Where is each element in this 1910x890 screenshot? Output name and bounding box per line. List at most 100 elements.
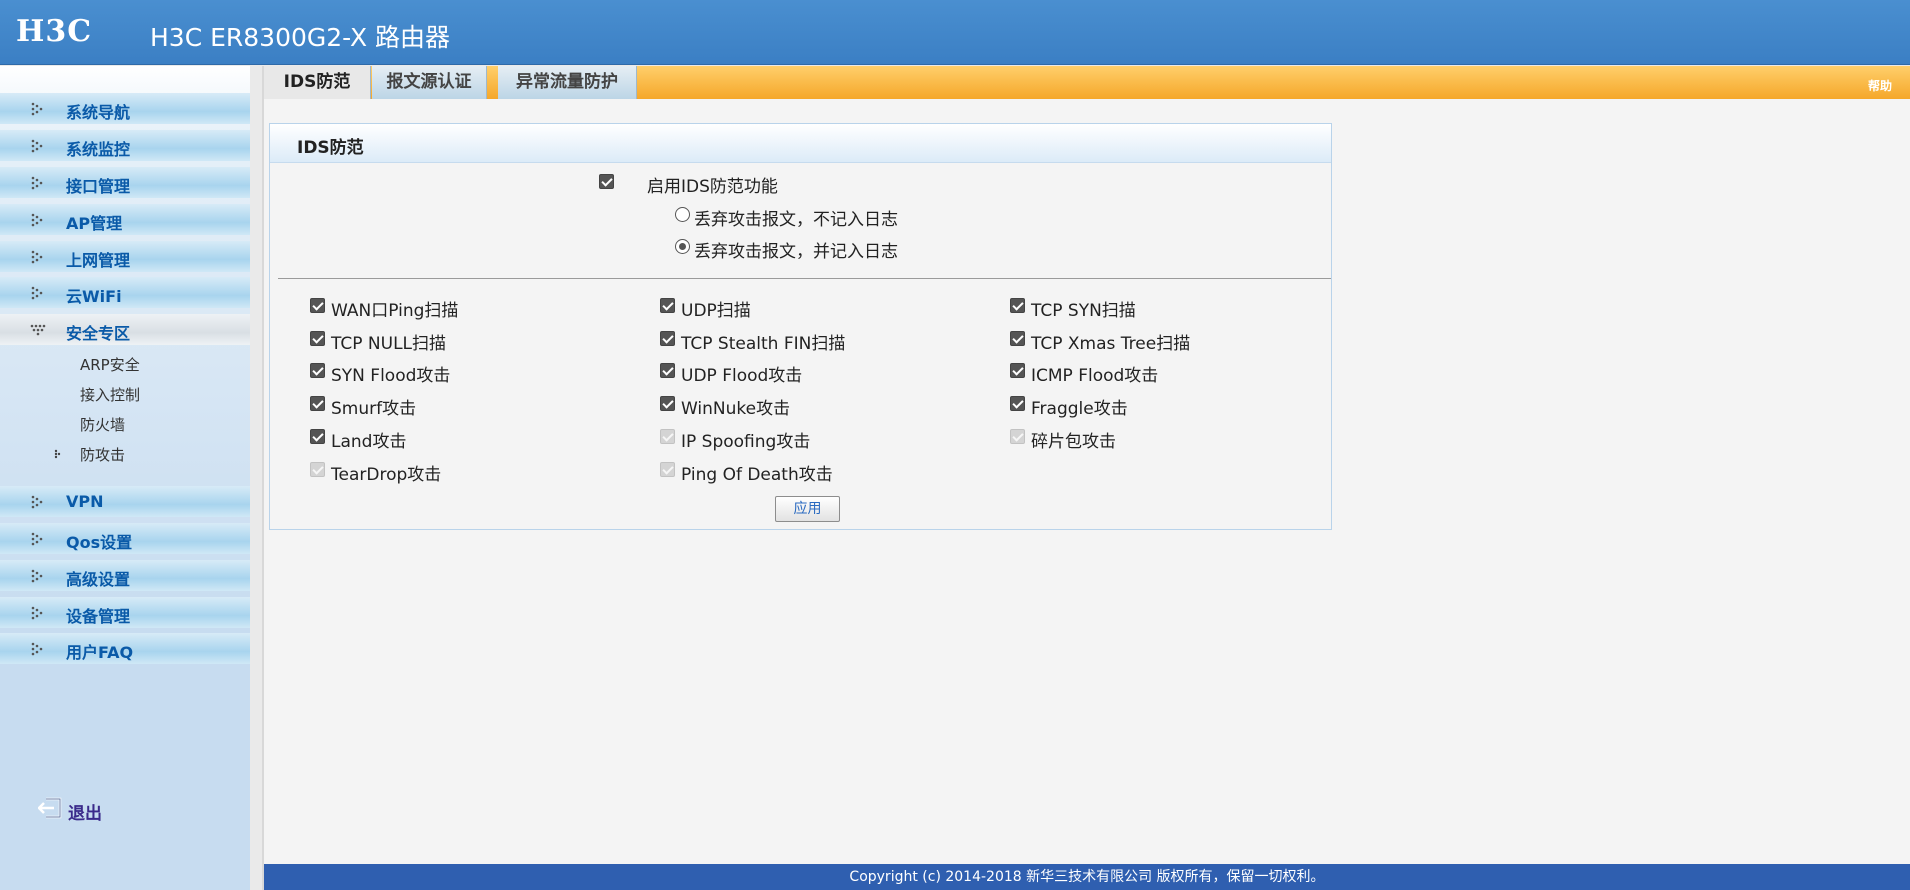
- option-checkbox[interactable]: [310, 429, 325, 444]
- mode-radio-label: 丢弃攻击报文，不记入日志: [694, 210, 898, 230]
- option-checkbox[interactable]: [1010, 396, 1025, 411]
- sidebar-subitem-anti-attack[interactable]: 防攻击: [80, 444, 125, 465]
- option-checkbox[interactable]: [1010, 331, 1025, 346]
- footer-copyright: Copyright (c) 2014-2018 新华三技术有限公司 版权所有，保…: [264, 864, 1910, 890]
- option-label: TCP SYN扫描: [1031, 301, 1136, 321]
- logout-icon: [38, 797, 62, 819]
- expand-arrow-icon: [31, 139, 43, 153]
- sidebar-item-label: VPN: [66, 492, 104, 511]
- option-checkbox[interactable]: [660, 331, 675, 346]
- expand-arrow-icon: [31, 569, 43, 583]
- panel-title: IDS防范: [297, 138, 364, 158]
- sidebar-item-vpn[interactable]: VPN: [0, 486, 250, 517]
- option-label: Fraggle攻击: [1031, 399, 1128, 419]
- mode-radio-no-log[interactable]: [675, 207, 690, 222]
- apply-button[interactable]: 应用: [775, 496, 840, 522]
- ids-panel: IDS防范 启用IDS防范功能 丢弃攻击报文，不记入日志 丢弃攻击报文，并记入日…: [269, 123, 1332, 530]
- sidebar-item-advanced[interactable]: 高级设置: [0, 560, 250, 591]
- option-label: IP Spoofing攻击: [681, 432, 811, 452]
- expand-arrow-icon: [31, 213, 43, 227]
- logout-label: 退出: [68, 804, 102, 824]
- sidebar: 系统导航 系统监控 接口管理 AP管理 上网管理 云WiFi 安全专区 ARP安…: [0, 66, 250, 890]
- option-label: TCP NULL扫描: [331, 334, 447, 354]
- expand-arrow-icon: [31, 176, 43, 190]
- sidebar-item-label: 设备管理: [66, 607, 131, 626]
- option-label: WinNuke攻击: [681, 399, 791, 419]
- tab-packet-source-auth[interactable]: 报文源认证: [372, 66, 487, 99]
- sidebar-item-label: Qos设置: [66, 533, 133, 552]
- option-label: WAN口Ping扫描: [331, 301, 459, 321]
- sidebar-item-device[interactable]: 设备管理: [0, 597, 250, 628]
- expand-arrow-icon: [31, 495, 43, 509]
- expand-arrow-icon: [31, 532, 43, 546]
- option-checkbox[interactable]: [660, 298, 675, 313]
- option-label: 碎片包攻击: [1031, 432, 1116, 452]
- sidebar-item-label: 用户FAQ: [66, 643, 134, 662]
- tab-bar: IDS防范 报文源认证 异常流量防护 帮助: [264, 66, 1910, 99]
- sidebar-item-label: 安全专区: [66, 324, 131, 343]
- help-link[interactable]: 帮助: [1868, 77, 1892, 94]
- option-label: Ping Of Death攻击: [681, 465, 833, 485]
- expand-arrow-icon: [31, 642, 43, 656]
- option-checkbox[interactable]: [1010, 363, 1025, 378]
- expand-arrow-icon: [31, 606, 43, 620]
- sidebar-item-label: 上网管理: [66, 251, 131, 270]
- option-label: TCP Stealth FIN扫描: [681, 334, 846, 354]
- expand-arrow-icon: [31, 102, 43, 116]
- option-checkbox[interactable]: [310, 396, 325, 411]
- sidebar-item-interface[interactable]: 接口管理: [0, 167, 250, 198]
- sidebar-item-internet[interactable]: 上网管理: [0, 241, 250, 272]
- sidebar-subitem-arp[interactable]: ARP安全: [80, 354, 140, 375]
- tab-abnormal-traffic[interactable]: 异常流量防护: [498, 66, 637, 99]
- svg-text:H3C: H3C: [16, 14, 92, 48]
- mode-radio-log[interactable]: [675, 239, 690, 254]
- option-checkbox[interactable]: [310, 331, 325, 346]
- option-checkbox-disabled: [660, 429, 675, 444]
- app-title: H3C ER8300G2-X 路由器: [150, 23, 451, 52]
- option-label: TearDrop攻击: [331, 465, 442, 485]
- option-checkbox[interactable]: [310, 298, 325, 313]
- sidebar-item-system-nav[interactable]: 系统导航: [0, 93, 250, 124]
- sidebar-item-qos[interactable]: Qos设置: [0, 523, 250, 554]
- divider: [278, 278, 1331, 279]
- option-checkbox-disabled: [660, 462, 675, 477]
- option-checkbox-disabled: [1010, 429, 1025, 444]
- option-checkbox[interactable]: [660, 396, 675, 411]
- sidebar-item-system-monitor[interactable]: 系统监控: [0, 130, 250, 161]
- option-label: SYN Flood攻击: [331, 366, 451, 386]
- enable-ids-checkbox[interactable]: [599, 174, 614, 189]
- sidebar-item-security[interactable]: 安全专区: [0, 314, 250, 345]
- sidebar-subitem-access-control[interactable]: 接入控制: [80, 384, 140, 405]
- mode-radio-label: 丢弃攻击报文，并记入日志: [694, 242, 898, 262]
- sidebar-item-label: 系统导航: [66, 103, 131, 122]
- panel-header: IDS防范: [270, 124, 1331, 163]
- sidebar-item-label: AP管理: [66, 214, 123, 233]
- option-checkbox-disabled: [310, 462, 325, 477]
- option-label: Smurf攻击: [331, 399, 417, 419]
- sidebar-item-label: 高级设置: [66, 570, 131, 589]
- expand-arrow-icon: [31, 250, 43, 264]
- option-label: UDP扫描: [681, 301, 751, 321]
- sidebar-item-faq[interactable]: 用户FAQ: [0, 633, 250, 664]
- current-arrow-icon: [54, 449, 61, 459]
- option-label: ICMP Flood攻击: [1031, 366, 1159, 386]
- enable-ids-label: 启用IDS防范功能: [647, 177, 778, 197]
- collapse-arrow-icon: [30, 324, 46, 336]
- top-header: H3C H3C ER8300G2-X 路由器: [0, 0, 1910, 65]
- option-label: TCP Xmas Tree扫描: [1031, 334, 1191, 354]
- option-checkbox[interactable]: [660, 363, 675, 378]
- sidebar-item-label: 接口管理: [66, 177, 131, 196]
- tab-ids[interactable]: IDS防范: [264, 66, 371, 99]
- option-checkbox[interactable]: [310, 363, 325, 378]
- option-label: Land攻击: [331, 432, 407, 452]
- option-label: UDP Flood攻击: [681, 366, 803, 386]
- expand-arrow-icon: [31, 286, 43, 300]
- sidebar-item-label: 云WiFi: [66, 287, 122, 306]
- sidebar-item-label: 系统监控: [66, 140, 131, 159]
- h3c-logo: H3C: [16, 14, 92, 48]
- sidebar-subitem-firewall[interactable]: 防火墙: [80, 414, 125, 435]
- sidebar-item-cloud-wifi[interactable]: 云WiFi: [0, 277, 250, 308]
- sidebar-item-ap[interactable]: AP管理: [0, 204, 250, 235]
- main-content: IDS防范 报文源认证 异常流量防护 帮助 IDS防范 启用IDS防范功能 丢弃…: [262, 66, 1910, 890]
- option-checkbox[interactable]: [1010, 298, 1025, 313]
